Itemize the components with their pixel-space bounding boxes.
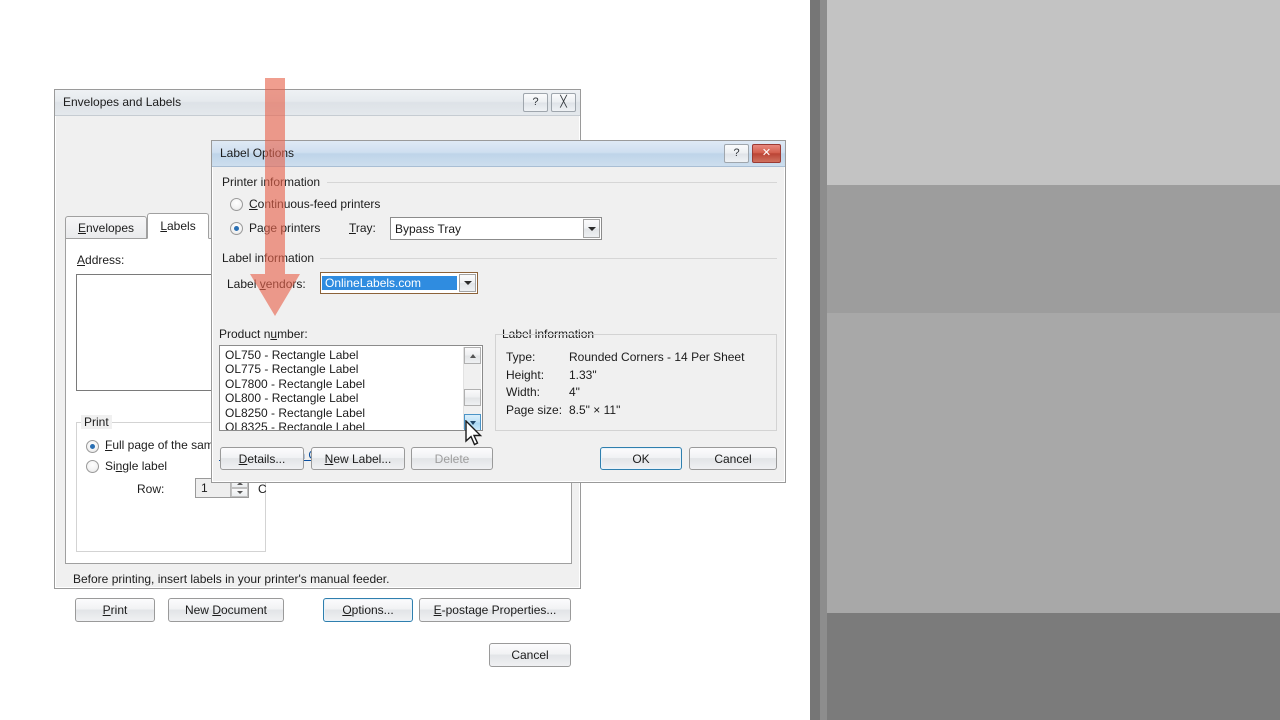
label-info-value: 4": [569, 385, 580, 399]
delete-button-label: Delete: [434, 451, 470, 466]
label-info-key: Type:: [506, 350, 536, 364]
band-edge-light: [820, 0, 827, 720]
product-number-listbox[interactable]: OL750 - Rectangle Label OL775 - Rectangle…: [219, 345, 483, 431]
band-bottom: [824, 613, 1280, 720]
envelopes-cancel-button-label: Cancel: [511, 648, 549, 662]
new-document-button[interactable]: New Document: [168, 598, 284, 622]
label-info-key: Page size:: [506, 402, 563, 417]
column-label: C: [258, 482, 267, 496]
options-button-label: Options...: [342, 603, 394, 617]
tray-value: Bypass Tray: [395, 221, 462, 236]
footer-note: Before printing, insert labels in your p…: [73, 572, 390, 586]
print-button[interactable]: Print: [75, 598, 155, 622]
label-vendors-dropdown-arrow[interactable]: [459, 274, 476, 292]
radio-page-printers-label: Page printers: [249, 221, 321, 235]
screen: Envelopes and Labels ? ╳ Envelopes Label…: [0, 0, 1280, 720]
list-item[interactable]: OL775 - Rectangle Label: [220, 362, 482, 376]
radio-full-page[interactable]: [86, 440, 99, 453]
chevron-up-icon: [469, 353, 476, 358]
list-item[interactable]: OL8325 - Rectangle Label: [220, 420, 482, 430]
chevron-down-icon: [469, 420, 476, 425]
ok-button-label: OK: [632, 451, 650, 466]
band-third: [824, 313, 1280, 613]
band-edge-dark: [810, 0, 820, 720]
label-information-legend: Label information: [222, 251, 315, 265]
label-options-title: Label Options: [220, 146, 295, 160]
envelopes-titlebar[interactable]: Envelopes and Labels ? ╳: [55, 90, 580, 116]
radio-continuous-feed-printers[interactable]: [230, 198, 243, 211]
chevron-down-icon: [463, 281, 472, 285]
new-label-button-label: New Label...: [324, 451, 392, 466]
details-button-label: Details...: [238, 451, 286, 466]
tab-envelopes[interactable]: Envelopes: [65, 216, 147, 239]
label-info-value: Rounded Corners - 14 Per Sheet: [569, 350, 745, 364]
ok-button[interactable]: OK: [600, 447, 682, 470]
list-item[interactable]: OL7800 - Rectangle Label: [220, 377, 482, 391]
radio-single-label[interactable]: [86, 460, 99, 473]
list-item[interactable]: OL800 - Rectangle Label: [220, 391, 482, 405]
details-button[interactable]: Details...: [220, 447, 304, 470]
scrollbar-thumb[interactable]: [464, 389, 481, 406]
label-vendors-combobox[interactable]: OnlineLabels.com: [320, 272, 478, 294]
chevron-down-icon: [587, 226, 596, 231]
tab-envelopes-label: Envelopes: [77, 221, 135, 235]
tab-labels[interactable]: Labels: [147, 213, 209, 239]
label-options-cancel-button-label: Cancel: [714, 451, 752, 466]
label-options-cancel-button[interactable]: Cancel: [689, 447, 777, 470]
label-options-titlebar[interactable]: Label Options ? ✕: [212, 141, 785, 167]
label-vendors-label: Label vendors:: [227, 277, 306, 291]
label-vendors-value: OnlineLabels.com: [322, 276, 457, 290]
product-number-label: Product number:: [219, 327, 308, 341]
label-options-titlebar-buttons: ? ✕: [724, 144, 781, 163]
help-icon[interactable]: ?: [724, 144, 749, 163]
product-number-list[interactable]: OL750 - Rectangle Label OL775 - Rectangle…: [220, 346, 482, 430]
scroll-up-arrow[interactable]: [464, 347, 481, 364]
label-info-value: 8.5" × 11": [569, 402, 621, 417]
radio-single-label-label: Single label: [105, 459, 168, 473]
envelopes-cancel-button[interactable]: Cancel: [489, 643, 571, 667]
band-top: [824, 0, 1280, 185]
options-button[interactable]: Options...: [323, 598, 413, 622]
print-button-label: Print: [102, 603, 128, 617]
tray-dropdown-arrow[interactable]: [583, 219, 600, 238]
tray-label: Tray:: [349, 221, 376, 235]
chevron-down-icon: [236, 491, 243, 494]
tab-labels-label: Labels: [160, 219, 196, 233]
address-label: Address:: [77, 253, 125, 267]
label-info-key: Width:: [506, 385, 541, 399]
radio-page-printers[interactable]: [230, 222, 243, 235]
label-info-value: 1.33": [569, 367, 597, 382]
new-document-button-label: New Document: [184, 603, 268, 617]
close-icon[interactable]: ╳: [551, 93, 576, 112]
envelopes-titlebar-buttons: ? ╳: [523, 93, 576, 112]
row-label: Row:: [137, 482, 165, 496]
band-second: [824, 185, 1280, 313]
epostage-properties-button[interactable]: E-postage Properties...: [419, 598, 571, 622]
row-value: 1: [201, 481, 208, 495]
tray-combobox[interactable]: Bypass Tray: [390, 217, 602, 240]
list-item[interactable]: OL750 - Rectangle Label: [220, 348, 482, 362]
help-icon[interactable]: ?: [523, 93, 548, 112]
label-options-dialog: Label Options ? ✕ Printer information Co…: [211, 140, 786, 483]
row-stepper-down[interactable]: [231, 488, 248, 497]
envelopes-title: Envelopes and Labels: [63, 95, 182, 109]
epostage-properties-button-label: E-postage Properties...: [433, 603, 557, 617]
label-info-key: Height:: [506, 367, 545, 382]
close-icon[interactable]: ✕: [752, 144, 781, 163]
list-item[interactable]: OL8250 - Rectangle Label: [220, 406, 482, 420]
radio-full-page-label: Full page of the sam: [105, 438, 214, 452]
label-information-divider: [320, 258, 777, 259]
radio-continuous-feed-printers-label: Continuous-feed printers: [249, 197, 381, 211]
print-group-legend: Print: [81, 415, 112, 429]
product-number-scrollbar[interactable]: [463, 347, 481, 430]
printer-information-divider: [327, 182, 777, 183]
new-label-button[interactable]: New Label...: [311, 447, 405, 470]
printer-information-legend: Printer information: [222, 175, 321, 189]
delete-button: Delete: [411, 447, 493, 470]
scroll-down-arrow[interactable]: [464, 414, 481, 430]
